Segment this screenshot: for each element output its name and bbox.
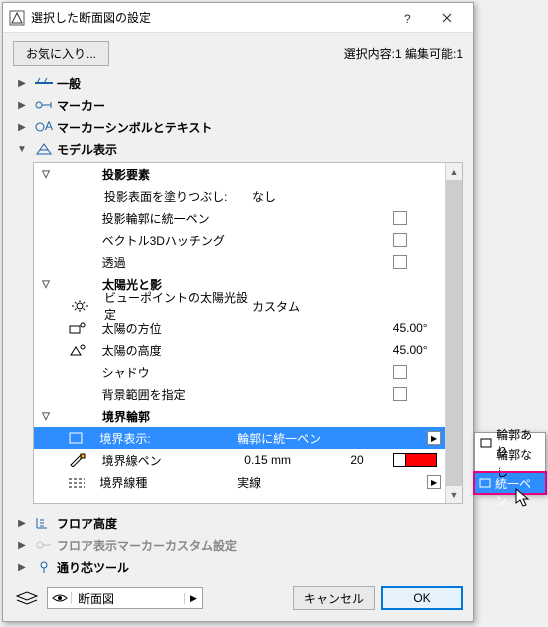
chevron-right-icon: ▶ [13,78,31,89]
color-swatch[interactable] [393,453,437,467]
section-boundary[interactable]: ▽ 境界輪郭 [34,405,445,427]
chevron-right-icon[interactable]: ▶ [184,593,202,604]
checkbox[interactable] [393,233,407,247]
scroll-down-button[interactable]: ▼ [446,486,462,503]
svg-text:?: ? [404,12,411,25]
outline-icon [479,438,492,448]
row-sun-setting[interactable]: ビューポイントの太陽光設定カスタム [34,295,445,317]
boundary-icon [56,431,97,445]
dropdown-arrow-icon[interactable]: ▶ [427,475,441,489]
popup-item-uniform-pen[interactable]: 輪郭に統一ペン [475,473,545,493]
model-display-panel: ▽ 投影要素 投影表面を塗りつぶし:なし 投影輪郭に統一ペン ベクトル3Dハッチ… [33,162,463,504]
section-projection[interactable]: ▽ 投影要素 [34,163,445,185]
model-display-icon [31,142,57,156]
group-label: フロア高度 [57,515,117,532]
row-transparent[interactable]: 透過 [34,251,445,273]
group-label: マーカーシンボルとテキスト [57,119,212,136]
settings-dialog: 選択した断面図の設定 ? お気に入り... 選択内容:1 編集可能:1 ▶ 一般… [2,2,474,622]
checkbox[interactable] [393,387,407,401]
dropdown-arrow-icon[interactable]: ▶ [427,431,441,445]
grid-tool-icon [31,560,57,574]
group-label: モデル表示 [57,141,117,158]
group-general[interactable]: ▶ 一般 [13,72,463,94]
chevron-right-icon: ▶ [13,540,31,551]
cancel-button[interactable]: キャンセル [293,586,375,610]
chevron-right-icon: ▶ [13,518,31,529]
pen-icon [479,478,491,488]
boundary-display-popup: 輪郭あり 輪郭なし 輪郭に統一ペン [474,432,546,494]
section-label: 境界輪郭 [102,408,150,425]
general-icon [31,76,57,90]
azimuth-icon [57,321,99,335]
ok-button[interactable]: OK [381,586,463,610]
group-list: ▶ 一般 ▶ マーカー ▶ A マーカーシンボルとテキスト ▼ モデル表示 [13,72,463,160]
sun-icon [58,299,102,313]
row-background[interactable]: 背景範囲を指定 [34,383,445,405]
row-shadow[interactable]: シャドウ [34,361,445,383]
marker-symbol-icon: A [31,120,57,134]
group-marker-symbol[interactable]: ▶ A マーカーシンボルとテキスト [13,116,463,138]
section-label: 投影要素 [102,166,150,183]
altitude-icon [57,343,99,357]
checkbox[interactable] [393,211,407,225]
floor-marker-icon [31,538,57,552]
favorites-button[interactable]: お気に入り... [13,41,109,66]
pen-icon [57,453,99,467]
group-floor-height[interactable]: ▶ フロア高度 [13,512,463,534]
collapse-icon[interactable]: ▽ [34,411,58,422]
app-icon [9,10,25,26]
eye-icon [48,592,72,604]
combo-text: 断面図 [72,590,184,607]
row-sun-azimuth[interactable]: 太陽の方位45.00° [34,317,445,339]
row-vector3d[interactable]: ベクトル3Dハッチング [34,229,445,251]
dialog-body: お気に入り... 選択内容:1 編集可能:1 ▶ 一般 ▶ マーカー ▶ A マ… [3,33,473,621]
dialog-footer: 断面図 ▶ キャンセル OK [13,578,463,620]
group-label: 通り芯ツール [57,559,129,576]
row-boundary-linetype[interactable]: 境界線種実線▶ [34,471,445,493]
close-button[interactable] [427,3,467,33]
layers-icon[interactable] [13,588,41,608]
chevron-right-icon: ▶ [13,562,31,573]
marker-icon [31,98,57,112]
row-boundary-pen[interactable]: 境界線ペン0.15 mm20 [34,449,445,471]
row-boundary-display[interactable]: 境界表示:輪郭に統一ペン▶ [34,427,445,449]
linetype-icon [56,475,97,489]
chevron-right-icon: ▶ [13,122,31,133]
group-label: マーカー [57,97,105,114]
row-proj-pen[interactable]: 投影輪郭に統一ペン [34,207,445,229]
group-model-display[interactable]: ▼ モデル表示 [13,138,463,160]
bottom-groups: ▶ フロア高度 ▶ フロア表示マーカーカスタム設定 ▶ 通り芯ツール [13,512,463,578]
vertical-scrollbar[interactable]: ▲ ▼ [445,163,462,503]
group-grid-tool[interactable]: ▶ 通り芯ツール [13,556,463,578]
checkbox[interactable] [393,365,407,379]
help-button[interactable]: ? [387,3,427,33]
dialog-title: 選択した断面図の設定 [31,9,387,26]
titlebar: 選択した断面図の設定 ? [3,3,473,33]
collapse-icon[interactable]: ▽ [34,279,58,290]
chevron-right-icon: ▶ [13,100,31,111]
chevron-down-icon: ▼ [13,144,31,155]
group-marker[interactable]: ▶ マーカー [13,94,463,116]
checkbox[interactable] [393,255,407,269]
collapse-icon[interactable]: ▽ [34,169,58,180]
row-proj-fill[interactable]: 投影表面を塗りつぶし:なし [34,185,445,207]
row-sun-altitude[interactable]: 太陽の高度45.00° [34,339,445,361]
group-label: 一般 [57,75,81,92]
group-floor-marker[interactable]: ▶ フロア表示マーカーカスタム設定 [13,534,463,556]
scroll-thumb[interactable] [446,180,462,486]
view-type-combo[interactable]: 断面図 ▶ [47,587,203,609]
selection-status: 選択内容:1 編集可能:1 [344,45,463,62]
floor-height-icon [31,516,57,530]
scroll-up-button[interactable]: ▲ [446,163,462,180]
svg-text:A: A [45,120,53,133]
group-label: フロア表示マーカーカスタム設定 [57,537,237,554]
